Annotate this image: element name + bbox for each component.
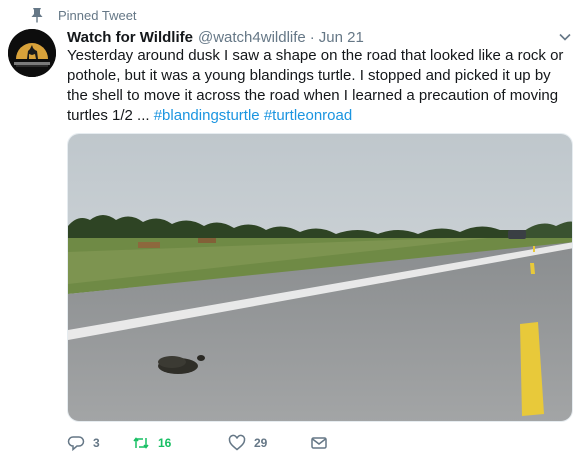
retweet-button[interactable]: 16 [132,434,228,452]
pinned-tweet-indicator: Pinned Tweet [30,6,137,24]
pinned-label: Pinned Tweet [58,7,137,23]
tweet-header: Watch for Wildlife @watch4wildlife · Jun… [67,27,572,47]
direct-message-button[interactable] [310,434,328,452]
tweet-photo[interactable] [67,133,573,422]
retweet-count: 16 [158,436,172,450]
chevron-down-icon[interactable] [558,30,572,44]
tweet-actions: 3 16 29 [67,432,328,454]
tweet-date[interactable]: Jun 21 [319,29,364,46]
reply-count: 3 [93,436,100,450]
tweet-text: Yesterday around dusk I saw a shape on t… [67,46,575,126]
header-separator: · [309,28,315,46]
hashtag-link[interactable]: #turtleonroad [264,107,352,124]
hashtag-link[interactable]: #blandingsturtle [154,107,260,124]
turtle-on-road-photo [68,134,572,421]
author-handle[interactable]: @watch4wildlife [198,29,306,46]
avatar[interactable] [8,29,56,77]
reply-button[interactable]: 3 [67,434,132,452]
heart-icon [228,434,246,451]
reply-icon [67,436,85,452]
retweet-icon [133,437,149,449]
logo-icon [8,29,56,77]
like-button[interactable]: 29 [228,434,310,452]
pin-icon [31,8,43,23]
like-count: 29 [254,436,268,450]
envelope-icon [311,437,327,449]
author-name[interactable]: Watch for Wildlife [67,29,193,46]
